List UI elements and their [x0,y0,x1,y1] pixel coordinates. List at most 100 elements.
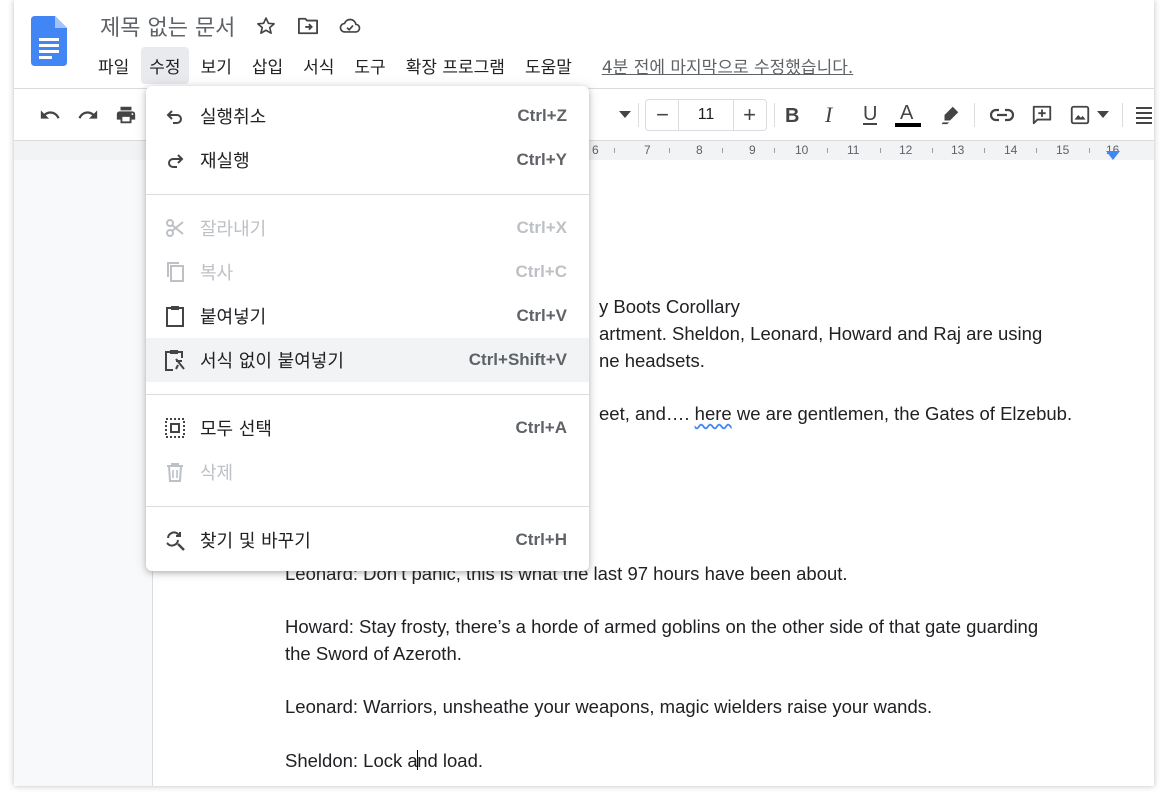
menu-item-label: 모두 선택 [200,419,272,440]
menu-view[interactable]: 보기 [193,47,240,84]
svg-text:A: A [900,102,914,124]
document-title[interactable]: 제목 없는 문서 [100,10,235,42]
menu-extensions[interactable]: 확장 프로그램 [398,47,513,84]
ruler-tick [722,148,723,153]
menu-divider [146,194,589,195]
underline-icon[interactable]: U [856,101,884,129]
menu-item-find-replace[interactable]: 찾기 및 바꾸기 Ctrl+H [146,518,589,562]
menu-item-shortcut: Ctrl+A [515,418,567,437]
menu-item-label: 복사 [200,263,234,284]
menu-item-shortcut: Ctrl+X [516,218,567,237]
ruler-tick [880,148,881,153]
menu-item-shortcut: Ctrl+Y [516,150,567,169]
font-size-decrease-button[interactable]: − [645,99,679,131]
menu-item-shortcut: Ctrl+C [515,262,567,281]
menu-help[interactable]: 도움말 [517,47,580,84]
insert-image-dropdown-icon[interactable] [1089,101,1117,129]
copy-icon [164,261,186,283]
insert-link-icon[interactable] [988,101,1016,129]
ruler-tick [932,148,933,153]
docs-logo-icon[interactable] [31,16,67,66]
ruler-number: 13 [951,143,965,157]
ruler-tick [1089,148,1090,153]
cloud-saved-icon[interactable] [339,15,361,37]
doc-line: Sheldon: Lock and load. [285,750,483,772]
ruler-number: 14 [1004,143,1018,157]
menu-item-cut[interactable]: 잘라내기 Ctrl+X [146,206,589,250]
paste-without-formatting-icon [164,349,186,371]
menu-item-select-all[interactable]: 모두 선택 Ctrl+A [146,406,589,450]
doc-line: ne headsets. [599,350,705,371]
doc-line: the Sword of Azeroth. [285,643,462,664]
text-color-icon[interactable]: A [894,101,922,129]
menu-item-paste-without-formatting[interactable]: 서식 없이 붙여넣기 Ctrl+Shift+V [146,338,589,382]
menu-item-label: 실행취소 [200,107,267,128]
ruler-tick [774,148,775,153]
menu-item-label: 삭제 [200,463,234,484]
highlight-color-icon[interactable] [936,101,964,129]
menu-item-paste[interactable]: 붙여넣기 Ctrl+V [146,294,589,338]
italic-icon[interactable]: I [817,101,845,129]
ruler-number: 8 [696,143,703,157]
star-icon[interactable] [255,15,277,37]
menu-item-shortcut: Ctrl+Shift+V [468,350,567,369]
ruler-number: 12 [899,143,913,157]
move-to-folder-icon[interactable] [297,15,319,37]
font-size-increase-button[interactable]: + [733,99,767,131]
doc-line: artment. Sheldon, Leonard, Howard and Ra… [599,323,1043,344]
doc-text: nd load. [417,750,484,771]
select-all-icon [164,417,186,439]
redo-icon [164,149,186,171]
menu-divider [146,506,589,507]
font-dropdown-arrow-icon[interactable] [611,101,639,129]
menu-file[interactable]: 파일 [90,47,137,84]
ruler-tick [614,148,615,153]
paste-icon [164,305,186,327]
svg-text:I: I [824,105,834,125]
doc-text: eet, and…. [599,403,695,424]
ruler-number: 11 [847,143,860,157]
menu-item-label: 잘라내기 [200,219,267,240]
bold-icon[interactable]: B [778,101,806,129]
menu-divider [146,394,589,395]
menu-tools[interactable]: 도구 [346,47,393,84]
spellcheck-word[interactable]: here [695,403,732,424]
menu-bar: 파일 수정 보기 삽입 서식 도구 확장 프로그램 도움말 4분 전에 마지막으… [90,46,853,84]
menu-item-label: 찾기 및 바꾸기 [200,531,311,552]
menu-item-copy[interactable]: 복사 Ctrl+C [146,250,589,294]
toolbar-divider [774,103,775,127]
last-edit-link[interactable]: 4분 전에 마지막으로 수정했습니다. [602,53,853,78]
menu-item-delete[interactable]: 삭제 [146,450,589,494]
menu-item-label: 서식 없이 붙여넣기 [200,351,344,372]
menu-item-shortcut: Ctrl+H [515,530,567,549]
doc-text: we are gentlemen, the Gates of Elzebub. [731,403,1073,424]
menu-item-redo[interactable]: 재실행 Ctrl+Y [146,138,589,182]
font-size-input[interactable]: 11 [678,99,734,131]
menu-item-label: 붙여넣기 [200,307,267,328]
trash-icon [164,461,186,483]
toolbar-divider [1122,103,1123,127]
svg-text:B: B [785,105,799,125]
menu-item-undo[interactable]: 실행취소 Ctrl+Z [146,94,589,138]
ruler-number: 15 [1056,143,1070,157]
ruler-number: 6 [592,143,599,157]
toolbar-divider [638,103,639,127]
redo-icon[interactable] [74,101,102,129]
print-icon[interactable] [112,101,140,129]
menu-insert[interactable]: 삽입 [244,47,291,84]
find-replace-icon [164,529,186,551]
undo-icon[interactable] [36,101,64,129]
app-window: 제목 없는 문서 파일 수정 보기 삽입 서식 도구 확장 프로그램 도움말 4… [14,0,1154,786]
menu-item-shortcut: Ctrl+Z [517,106,567,125]
align-icon[interactable] [1130,101,1154,129]
menu-format[interactable]: 서식 [295,47,342,84]
toolbar-divider [974,103,975,127]
title-row: 제목 없는 문서 [100,10,361,42]
menu-item-label: 재실행 [200,151,250,172]
undo-icon [164,105,186,127]
doc-line: Howard: Stay frosty, there’s a horde of … [285,616,1039,637]
add-comment-icon[interactable] [1028,101,1056,129]
doc-line: y Boots Corollary [599,296,740,317]
ruler-tick [984,148,985,153]
menu-edit[interactable]: 수정 [141,46,189,84]
